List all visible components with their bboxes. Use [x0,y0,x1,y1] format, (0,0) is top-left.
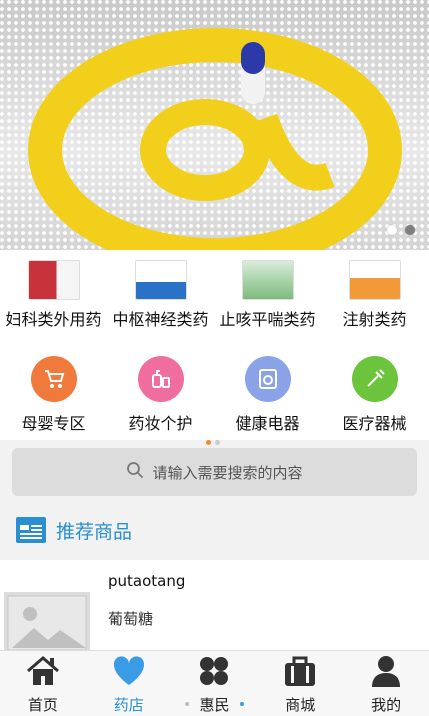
category-item-neuro[interactable]: 中枢神经类药 [107,250,214,330]
tab-benefits[interactable]: 惠民 [172,651,258,716]
user-icon [368,654,404,692]
category-label: 中枢神经类药 [112,310,209,329]
stroller-icon [30,356,77,402]
category-label: 妇科类外用药 [5,310,102,329]
bottom-tab-bar: 首页 药店 惠民 商城 我的 [0,650,429,716]
product-box-icon [348,260,401,300]
category-page-dot[interactable] [215,440,220,445]
category-item-gynecology[interactable]: 妇科类外用药 [0,250,107,330]
banner-carousel[interactable] [0,0,429,250]
tab-label: 商城 [285,696,316,714]
news-icon [16,517,46,543]
banner-dot[interactable] [387,225,397,235]
tab-mine[interactable]: 我的 [343,651,429,716]
category-label: 母婴专区 [21,414,86,433]
category-pagination [206,440,220,445]
product-box-icon [27,260,80,300]
category-item-medical-device[interactable]: 医疗器械 [321,356,428,434]
cosmetics-bottle-icon [137,356,184,402]
recommend-header: 推荐商品 [0,508,429,552]
product-desc: 葡萄糖 [108,610,154,628]
search-placeholder: 请输入需要搜索的内容 [152,463,303,482]
category-item-injection[interactable]: 注射类药 [321,250,428,330]
tab-label: 我的 [371,696,402,714]
banner-image [28,28,402,250]
product-box-icon [134,260,187,300]
category-label: 健康电器 [235,414,300,433]
category-item-cosmetics[interactable]: 药妆个护 [107,356,214,434]
category-item-appliance[interactable]: 健康电器 [214,356,321,434]
tab-label: 惠民 [199,696,230,714]
category-label: 药妆个护 [128,414,193,433]
search-icon [126,461,144,483]
category-label: 注射类药 [342,310,407,329]
tab-label: 药店 [113,696,144,714]
home-icon [25,654,61,692]
product-box-icon [241,260,294,300]
category-grid: 妇科类外用药 中枢神经类药 止咳平喘类药 注射类药 母婴专区 药妆个护 健康电器… [0,250,429,440]
category-label: 止咳平喘类药 [219,310,316,329]
tab-mall[interactable]: 商城 [257,651,343,716]
category-page-dot-active[interactable] [206,440,211,445]
briefcase-icon [282,654,318,692]
tab-label: 首页 [27,696,58,714]
image-placeholder-icon [4,592,90,651]
washing-machine-icon [244,356,291,402]
syringe-icon [351,356,398,402]
indicator-dot [240,702,245,706]
category-label: 医疗器械 [342,414,407,433]
clover-icon [196,654,232,692]
category-item-maternal[interactable]: 母婴专区 [0,356,107,434]
search-bar[interactable]: 请输入需要搜索的内容 [12,448,417,496]
tab-home[interactable]: 首页 [0,651,86,716]
product-card[interactable]: putaotang 葡萄糖 [0,560,429,651]
tab-pharmacy[interactable]: 药店 [86,651,172,716]
recommend-title: 推荐商品 [56,520,133,543]
banner-dot-active[interactable] [405,225,415,235]
category-item-cough[interactable]: 止咳平喘类药 [214,250,321,330]
product-name: putaotang [108,572,186,590]
indicator-dot [184,702,189,706]
heart-icon [111,654,147,692]
banner-pagination [387,225,415,235]
